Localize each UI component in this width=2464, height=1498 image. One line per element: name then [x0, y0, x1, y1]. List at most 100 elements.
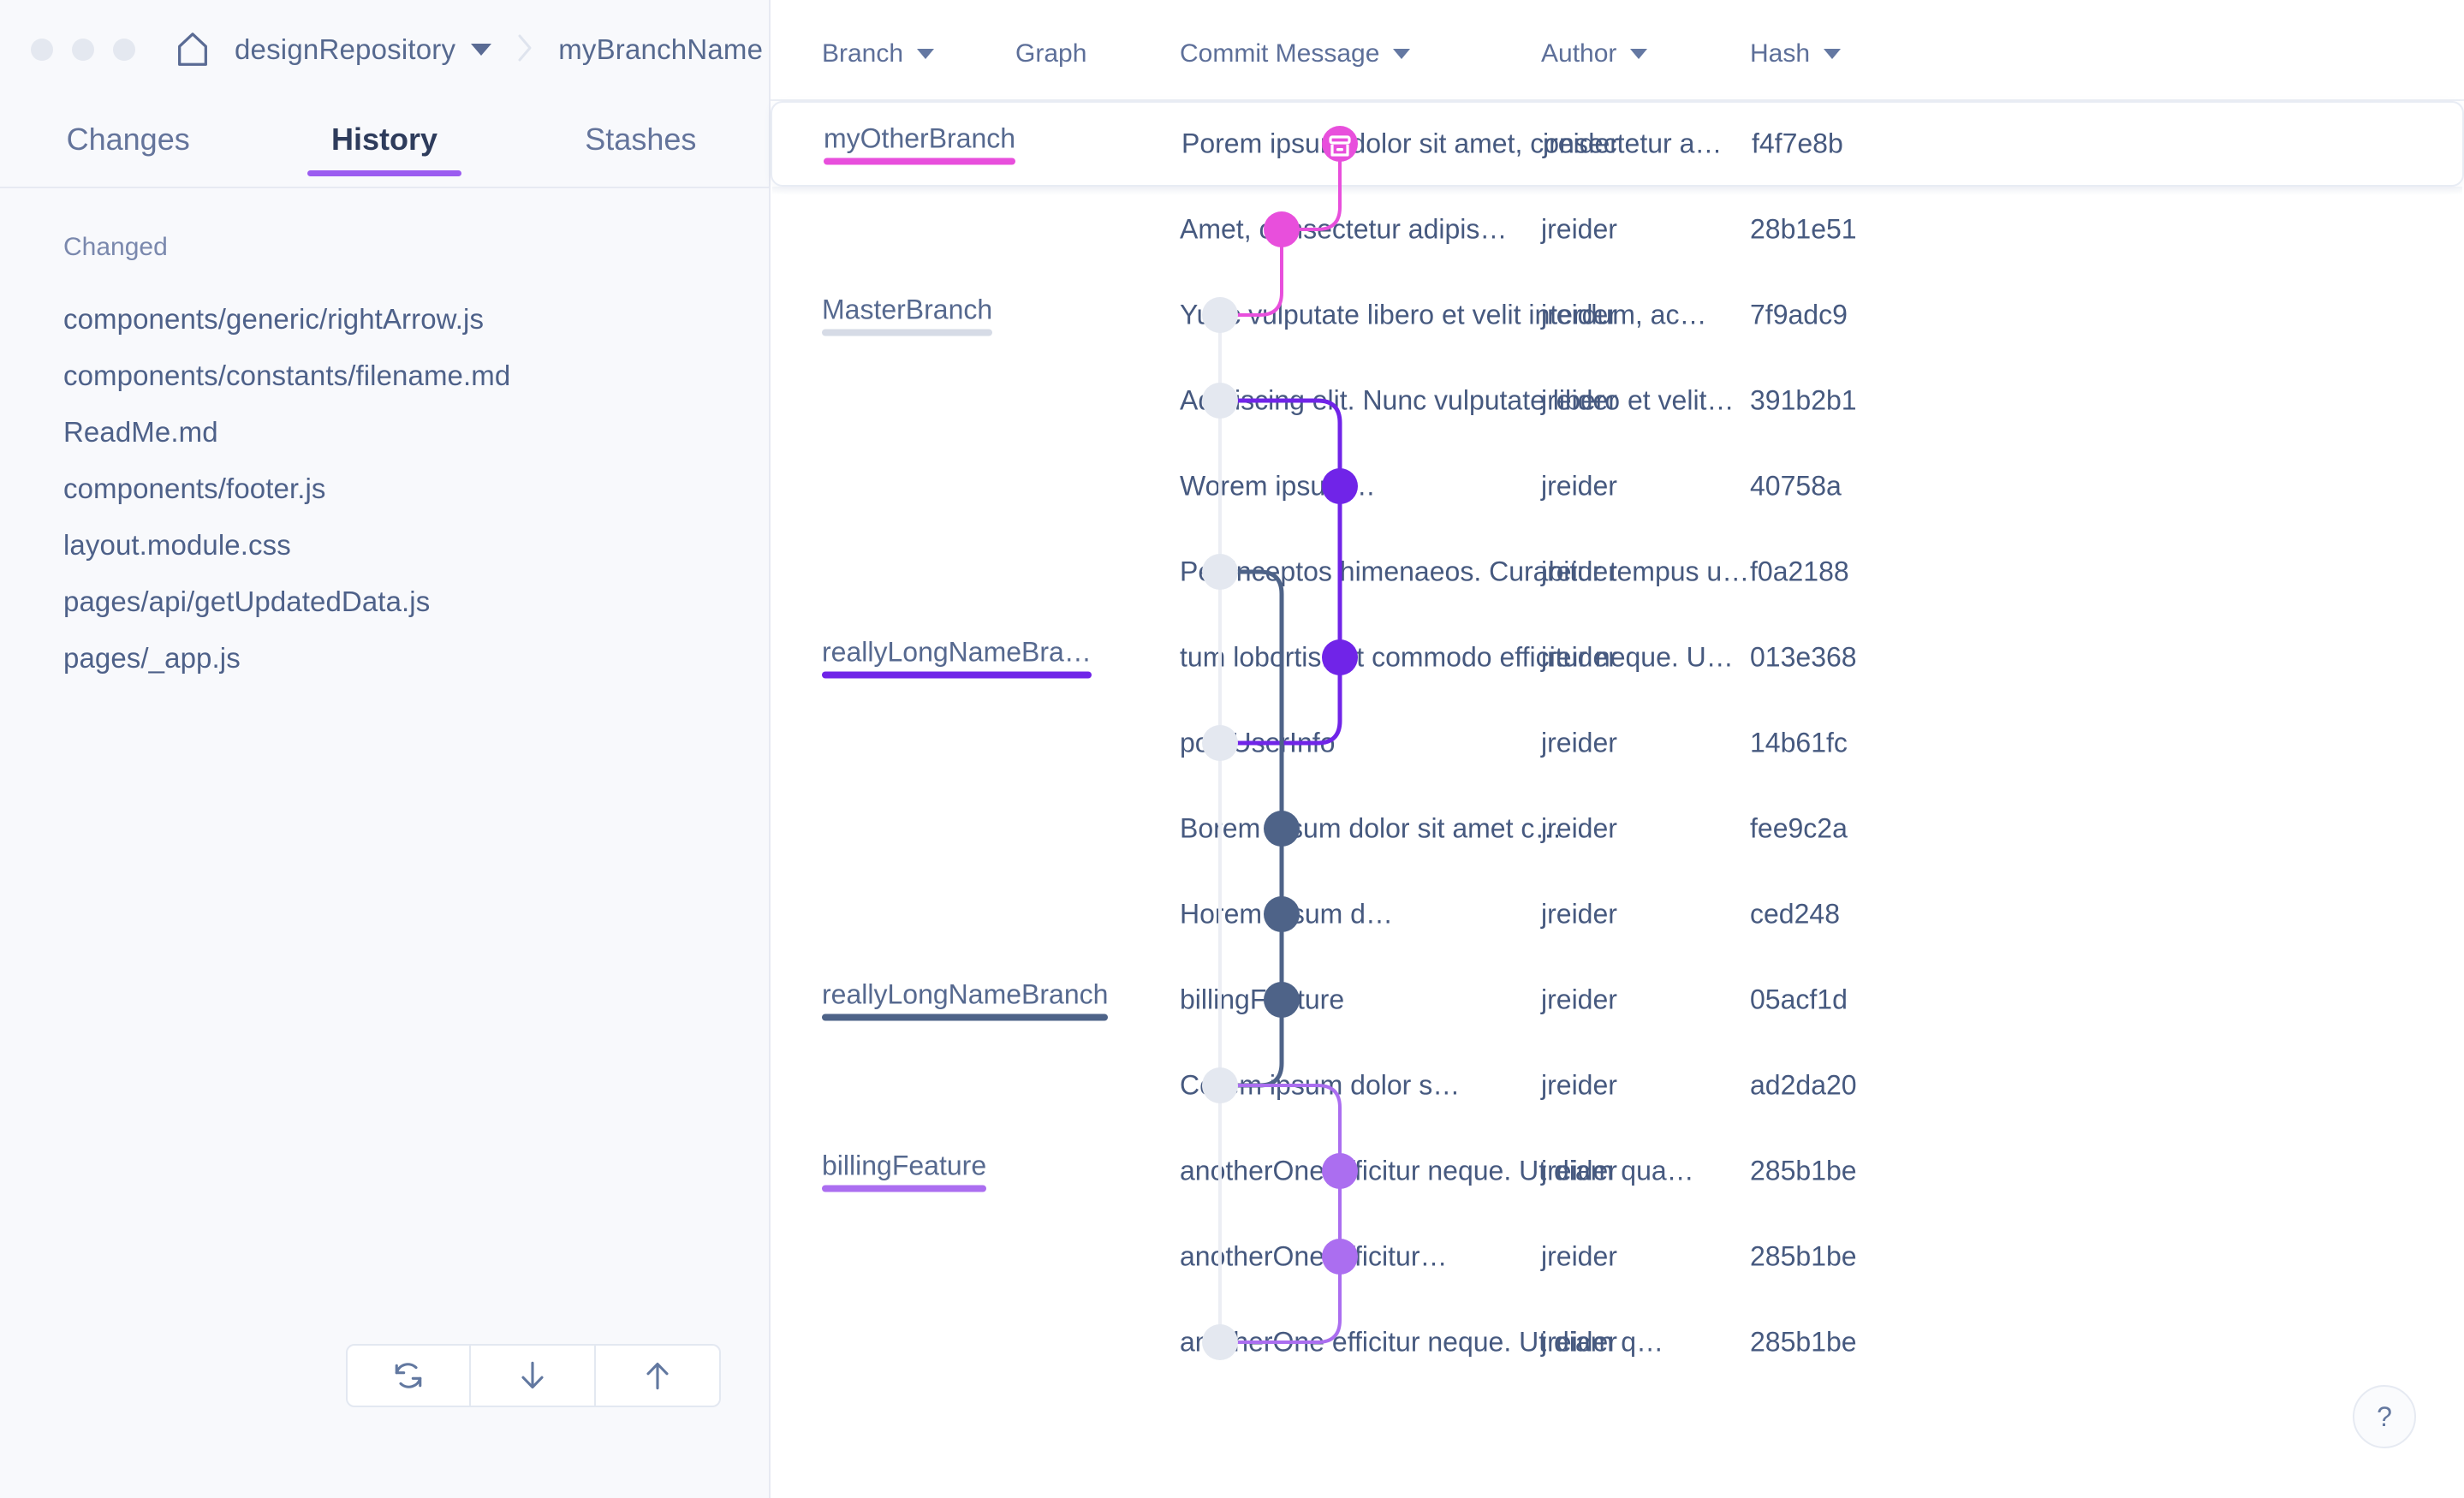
- author-cell: jreider: [1541, 299, 1617, 330]
- tab-changes[interactable]: Changes: [0, 122, 256, 176]
- author-cell: jreider: [1541, 384, 1617, 416]
- commit-rows: myOtherBranch Porem ipsum dolor sit amet,…: [771, 101, 2464, 1385]
- branch-label-cell: MasterBranch: [822, 294, 993, 336]
- table-row[interactable]: anotherOne efficitur… jreider 285b1be: [771, 1214, 2464, 1299]
- sidebar-tabs: Changes History Stashes: [0, 99, 769, 188]
- list-item[interactable]: components/generic/rightArrow.js: [0, 291, 769, 348]
- home-icon[interactable]: [173, 30, 212, 69]
- author-cell: jreider: [1541, 1326, 1617, 1358]
- hash-cell: f4f7e8b: [1752, 128, 1843, 159]
- branch-color-underline: [822, 1014, 1109, 1021]
- table-row[interactable]: Amet, consectetur adipis… jreider 28b1e51: [771, 187, 2464, 272]
- sidebar: designRepository myBranchName Changes Hi…: [0, 0, 800, 1498]
- chevron-down-icon[interactable]: [1393, 49, 1411, 59]
- sync-actions-toolbar: [346, 1344, 721, 1407]
- column-header-commit-message[interactable]: Commit Message: [1180, 39, 1411, 68]
- table-row[interactable]: Per inceptos himenaeos. Curabitur tempus…: [771, 529, 2464, 615]
- commit-message-cell: billingFeature: [1180, 984, 1345, 1015]
- hash-cell: ced248: [1750, 898, 1840, 930]
- tab-history[interactable]: History: [256, 122, 512, 176]
- hash-cell: fee9c2a: [1750, 812, 1848, 844]
- commit-message-cell: Worem ipsum…: [1180, 470, 1376, 502]
- close-window-button[interactable]: [31, 39, 53, 61]
- list-item[interactable]: pages/api/getUpdatedData.js: [0, 574, 769, 630]
- author-cell: jreider: [1541, 1069, 1617, 1101]
- chevron-down-icon[interactable]: [471, 44, 492, 56]
- column-header-graph-label: Graph: [1015, 39, 1087, 68]
- refresh-icon: [395, 1363, 422, 1388]
- list-item[interactable]: pages/_app.js: [0, 630, 769, 687]
- commit-message-cell: anotherOne efficitur…: [1180, 1240, 1448, 1272]
- table-row[interactable]: Adipiscing elit. Nunc vulputate libero e…: [771, 358, 2464, 443]
- pull-button[interactable]: [471, 1344, 596, 1407]
- commit-message-cell: postUserInfo: [1180, 727, 1336, 758]
- window-controls[interactable]: [31, 39, 135, 61]
- author-cell: jreider: [1541, 213, 1617, 245]
- author-cell: jreider: [1541, 1155, 1617, 1186]
- current-branch-name: myBranchName: [558, 33, 764, 65]
- author-cell: jreider: [1541, 556, 1617, 587]
- table-row[interactable]: reallyLongNameBranch billingFeature jreide…: [771, 957, 2464, 1043]
- commit-message-cell: Per inceptos himenaeos. Curabitur tempus…: [1180, 556, 1750, 587]
- author-cell: jreider: [1541, 984, 1617, 1015]
- column-header-commit-message-label: Commit Message: [1180, 39, 1380, 68]
- commit-message-cell: tum lobortis. Ut commodo efficitur neque…: [1180, 641, 1734, 673]
- push-button[interactable]: [596, 1344, 721, 1407]
- fetch-button[interactable]: [346, 1344, 471, 1407]
- hash-cell: 285b1be: [1750, 1240, 1857, 1272]
- breadcrumb-separator: [514, 31, 536, 69]
- chevron-down-icon[interactable]: [1630, 49, 1648, 59]
- minimize-window-button[interactable]: [72, 39, 94, 61]
- arrow-down-icon: [521, 1361, 544, 1389]
- table-row[interactable]: reallyLongNameBra… tum lobortis. Ut commo…: [771, 615, 2464, 700]
- branch-chip[interactable]: billingFeature: [822, 1150, 987, 1192]
- list-item[interactable]: ReadMe.md: [0, 404, 769, 461]
- tab-stashes[interactable]: Stashes: [513, 122, 769, 176]
- hash-cell: 40758a: [1750, 470, 1842, 502]
- branch-label-cell: reallyLongNameBra…: [822, 637, 1092, 679]
- column-header-branch[interactable]: Branch: [822, 39, 935, 68]
- table-row[interactable]: myOtherBranch Porem ipsum dolor sit amet,…: [771, 101, 2464, 195]
- commit-message-cell: Amet, consectetur adipis…: [1180, 213, 1508, 245]
- hash-cell: 7f9adc9: [1750, 299, 1848, 330]
- table-row[interactable]: Horem ipsum d… jreider ced248: [771, 871, 2464, 957]
- column-header-hash[interactable]: Hash: [1750, 39, 1842, 68]
- chevron-down-icon[interactable]: [917, 49, 935, 59]
- changed-section-title: Changed: [63, 233, 168, 261]
- commit-message-cell: Corem ipsum dolor s…: [1180, 1069, 1461, 1101]
- column-header-hash-label: Hash: [1750, 39, 1811, 68]
- table-header: Branch Graph Commit Message Author Hash: [771, 0, 2464, 101]
- list-item[interactable]: components/constants/filename.md: [0, 348, 769, 404]
- maximize-window-button[interactable]: [113, 39, 135, 61]
- table-row[interactable]: MasterBranch Yunc vulputate libero et vel…: [771, 272, 2464, 358]
- hash-cell: 391b2b1: [1750, 384, 1857, 416]
- table-row[interactable]: Borem ipsum dolor sit amet c… jreider fee9…: [771, 786, 2464, 871]
- branch-color-underline: [824, 158, 1016, 165]
- commit-message-cell: Porem ipsum dolor sit amet, consectetur …: [1181, 128, 1723, 159]
- branch-color-underline: [822, 671, 1092, 679]
- column-header-author[interactable]: Author: [1541, 39, 1648, 68]
- list-item[interactable]: components/footer.js: [0, 461, 769, 517]
- help-button[interactable]: ?: [2353, 1385, 2416, 1448]
- table-row[interactable]: billingFeature anotherOne efficitur neque…: [771, 1128, 2464, 1214]
- branch-chip[interactable]: MasterBranch: [822, 294, 993, 336]
- table-row[interactable]: postUserInfo jreider 14b61fc: [771, 700, 2464, 786]
- branch-selector[interactable]: myBranchName: [558, 33, 800, 66]
- branch-chip[interactable]: reallyLongNameBra…: [822, 637, 1092, 679]
- chevron-down-icon[interactable]: [1824, 49, 1842, 59]
- author-cell: jreider: [1541, 727, 1617, 758]
- branch-chip[interactable]: reallyLongNameBranch: [822, 979, 1109, 1021]
- repository-selector[interactable]: designRepository: [235, 33, 492, 66]
- table-row[interactable]: Worem ipsum… jreider 40758a: [771, 443, 2464, 529]
- table-row[interactable]: anotherOne efficitur neque. Ut diam q… jr…: [771, 1299, 2464, 1385]
- hash-cell: ad2da20: [1750, 1069, 1857, 1101]
- chevron-right-icon: [518, 34, 532, 61]
- table-row[interactable]: Corem ipsum dolor s… jreider ad2da20: [771, 1043, 2464, 1128]
- branch-chip[interactable]: myOtherBranch: [824, 123, 1016, 165]
- column-header-author-label: Author: [1541, 39, 1617, 68]
- author-cell: jreider: [1541, 1240, 1617, 1272]
- column-header-branch-label: Branch: [822, 39, 904, 68]
- list-item[interactable]: layout.module.css: [0, 517, 769, 574]
- branch-color-underline: [822, 1185, 987, 1192]
- commit-message-cell: Borem ipsum dolor sit amet c…: [1180, 812, 1562, 844]
